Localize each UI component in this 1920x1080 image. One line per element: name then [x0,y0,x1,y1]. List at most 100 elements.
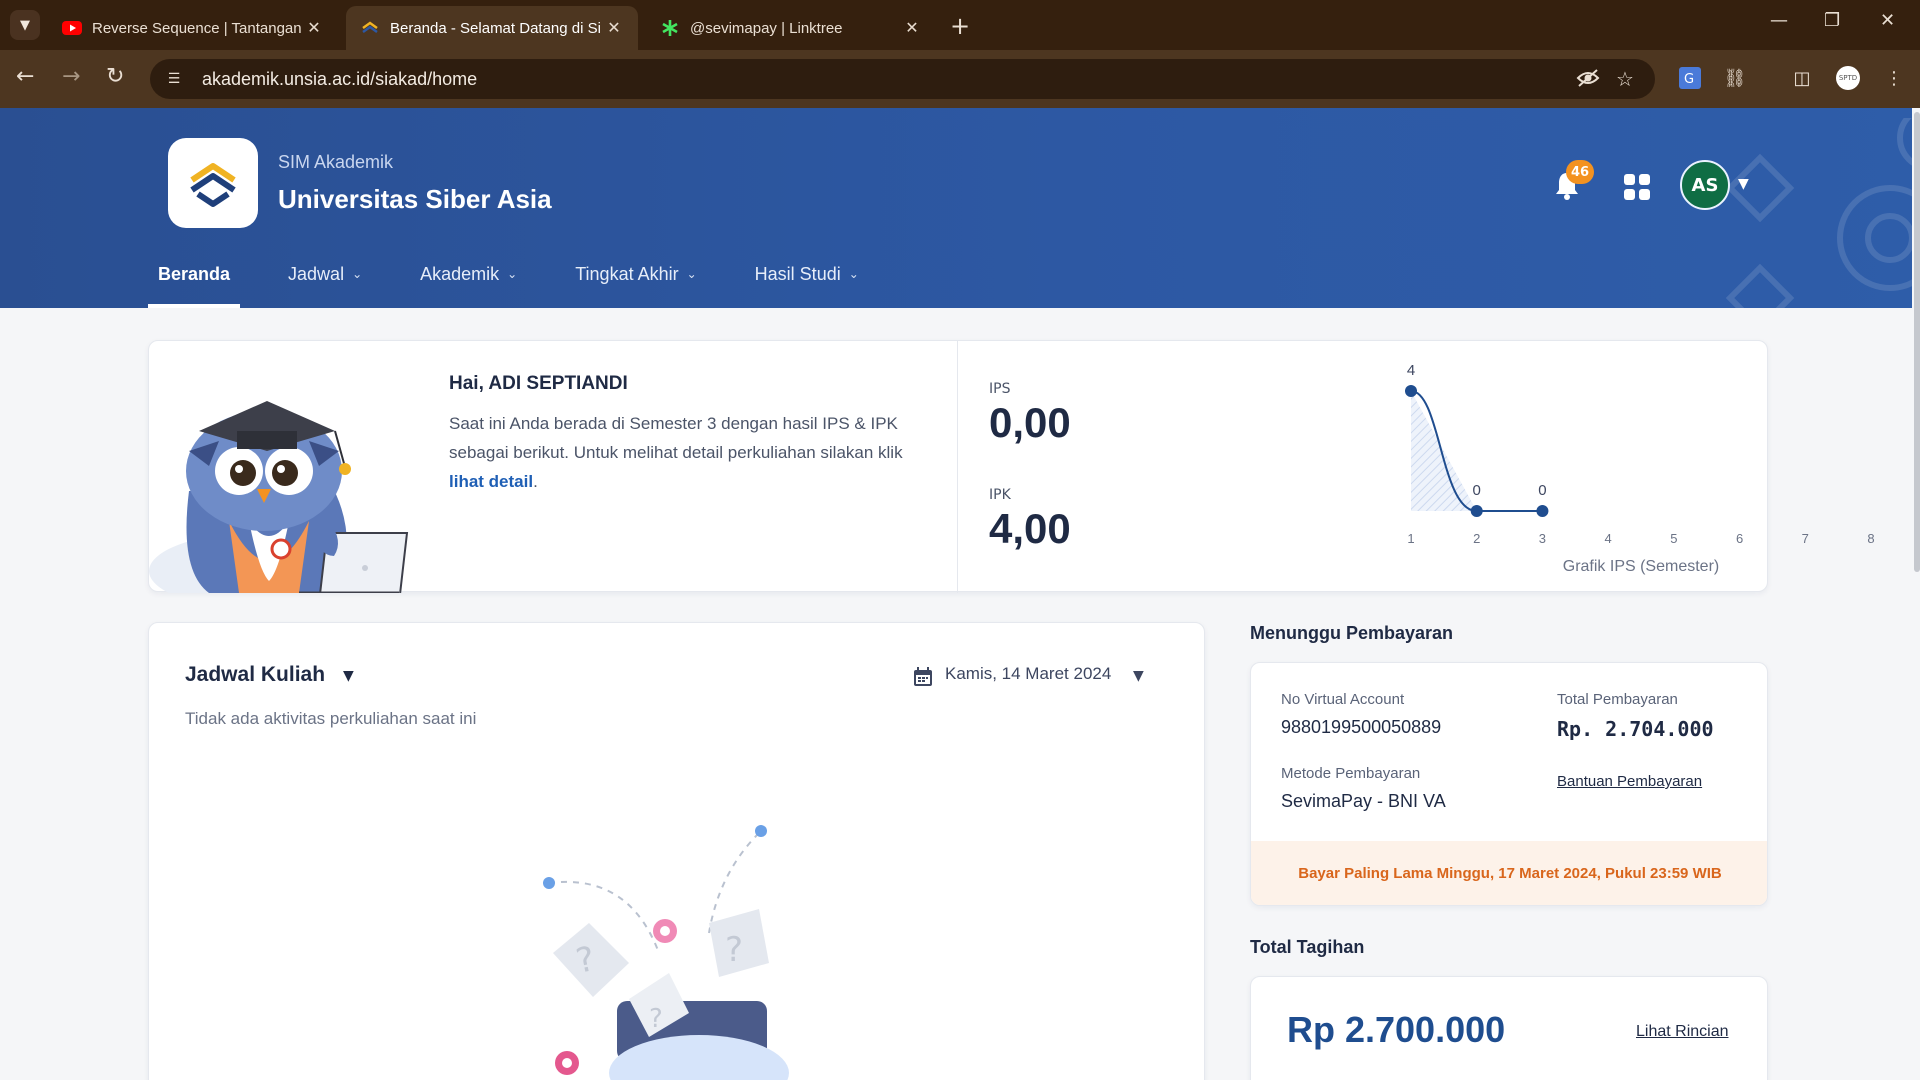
x-tick-label: 3 [1539,531,1546,546]
tab-linktree[interactable]: @sevimapay | Linktree ✕ [646,6,936,50]
nav-item-hasil-studi[interactable]: Hasil Studi ⌄ [745,264,869,308]
chart-x-axis-label: Grafik IPS (Semester) [1563,558,1719,575]
ips-data-point [1405,385,1417,397]
svg-text:?: ? [649,1004,663,1034]
nav-item-label: Tingkat Akhir [575,264,679,284]
browser-tab-bar: ▼ Reverse Sequence | Tantangan C ✕ Beran… [0,0,1920,50]
nav-item-label: Hasil Studi [754,264,841,284]
page-scrollbar-thumb[interactable] [1914,112,1920,572]
x-tick-label: 4 [1605,531,1612,546]
calendar-icon[interactable] [913,667,933,687]
chevron-down-icon: ⌄ [352,267,363,281]
site-header: SIM Akademik Universitas Siber Asia 46 A… [0,108,1920,308]
youtube-icon [62,18,82,38]
eye-off-icon[interactable] [1576,67,1600,94]
x-tick-label: 7 [1802,531,1809,546]
app-subtitle: SIM Akademik [278,152,394,172]
kebab-menu-icon[interactable]: ⋮ [1882,66,1906,90]
linktree-icon [660,18,680,38]
ipk-label: IPK [989,487,1011,503]
ips-data-label: 4 [1407,362,1415,379]
app-title: Universitas Siber Asia [278,184,552,214]
restore-icon[interactable]: ❐ [1824,10,1840,31]
lihat-detail-link[interactable]: lihat detail [449,472,533,491]
tagihan-amount: Rp 2.700.000 [1287,1009,1506,1050]
side-panel-icon[interactable]: ◫ [1790,66,1814,90]
extensions-icon[interactable]: ⛓ [1723,66,1747,90]
payment-method-label: Metode Pembayaran [1281,765,1421,782]
x-tick-label: 2 [1473,531,1480,546]
nav-item-beranda[interactable]: Beranda [148,264,241,308]
schedule-title[interactable]: Jadwal Kuliah [185,663,325,687]
site-info-icon[interactable]: ☰ [160,65,188,93]
schedule-dropdown-caret-icon[interactable]: ▼ [343,668,354,684]
ipk-value: 4,00 [989,505,1071,552]
schedule-date-picker[interactable]: Kamis, 14 Maret 2024 [945,664,1111,684]
payment-help-link[interactable]: Bantuan Pembayaran [1557,773,1702,790]
svg-text:G: G [1684,72,1694,87]
chevron-down-icon: ⌄ [848,267,859,281]
profile-avatar[interactable]: SPTD [1836,66,1860,90]
chevron-down-icon: ⌄ [507,267,518,281]
schedule-empty-message: Tidak ada aktivitas perkuliahan saat ini [185,709,477,728]
close-tab-icon[interactable]: ✕ [902,18,922,38]
nav-item-label: Beranda [158,264,231,284]
back-icon[interactable]: ← [16,64,34,89]
total-payment-label: Total Pembayaran [1557,691,1678,708]
x-tick-label: 5 [1670,531,1677,546]
nav-item-tingkat-akhir[interactable]: Tingkat Akhir ⌄ [565,264,706,308]
svg-text:?: ? [725,930,743,970]
va-label: No Virtual Account [1281,691,1405,708]
tab-beranda[interactable]: Beranda - Selamat Datang di Si ✕ [346,6,638,50]
payment-method-value: SevimaPay - BNI VA [1281,791,1446,811]
main-nav: Beranda Jadwal ⌄ Akademik ⌄ Tingkat Akhi… [148,264,907,308]
ips-data-label: 0 [1538,482,1546,499]
translate-icon[interactable]: G [1678,66,1702,90]
payment-deadline-banner: Bayar Paling Lama Minggu, 17 Maret 2024,… [1251,841,1767,905]
tab-reverse-sequence[interactable]: Reverse Sequence | Tantangan C ✕ [48,6,338,50]
url-text[interactable]: akademik.unsia.ac.id/siakad/home [202,69,477,90]
x-tick-label: 1 [1407,531,1414,546]
chevron-down-icon: ⌄ [686,267,697,281]
minimize-icon[interactable]: — [1770,10,1788,31]
description-text: Saat ini Anda berada di Semester 3 denga… [449,414,903,462]
close-window-icon[interactable]: ✕ [1880,10,1895,31]
summary-divider [957,341,958,593]
ips-label: IPS [989,381,1011,397]
university-logo[interactable] [168,138,258,228]
payment-section-title: Menunggu Pembayaran [1250,623,1454,643]
nav-item-jadwal[interactable]: Jadwal ⌄ [278,264,372,308]
nav-item-label: Akademik [420,264,500,284]
new-tab-icon[interactable]: + [950,12,970,40]
header-pattern-decoration [1725,118,1920,308]
forward-icon[interactable]: → [62,64,80,89]
ips-data-point [1536,505,1549,517]
tagihan-section-title: Total Tagihan [1250,937,1365,957]
date-dropdown-caret-icon[interactable]: ▼ [1133,668,1144,684]
address-bar[interactable]: ☰ akademik.unsia.ac.id/siakad/home ☆ [150,59,1655,99]
close-tab-icon[interactable]: ✕ [304,18,324,38]
bookmark-star-icon[interactable]: ☆ [1616,67,1634,91]
nav-item-akademik[interactable]: Akademik ⌄ [410,264,527,308]
tab-title: @sevimapay | Linktree [690,19,843,37]
tagihan-card: Rp 2.700.000 Lihat Rincian [1250,976,1768,1080]
payment-card: No Virtual Account 9880199500050889 Tota… [1250,662,1768,906]
notification-badge: 46 [1566,160,1595,184]
user-menu-caret-icon[interactable]: ▼ [1738,176,1749,192]
owl-mascot-illustration [149,401,409,593]
lihat-rincian-link[interactable]: Lihat Rincian [1636,1023,1729,1041]
tab-title: Beranda - Selamat Datang di Si [390,19,601,37]
ips-line-chart: 4 0 0 1 2 3 4 5 6 7 8 Grafik IPS (Semester) [1405,362,1875,575]
apps-grid-icon[interactable] [1624,174,1650,200]
user-avatar[interactable]: AS [1680,160,1730,210]
tab-search-chevron-icon[interactable]: ▼ [10,10,40,40]
close-tab-icon[interactable]: ✕ [604,18,624,38]
greeting-heading: Hai, ADI SEPTIANDI [449,373,628,394]
browser-toolbar: ← → ↻ ☰ akademik.unsia.ac.id/siakad/home… [0,50,1920,108]
ips-value: 0,00 [989,399,1071,446]
ips-data-point [1470,505,1483,517]
nav-item-label: Jadwal [288,264,345,284]
reload-icon[interactable]: ↻ [106,64,124,89]
summary-description: Saat ini Anda berada di Semester 3 denga… [449,409,929,496]
tab-title: Reverse Sequence | Tantangan C [92,19,304,37]
